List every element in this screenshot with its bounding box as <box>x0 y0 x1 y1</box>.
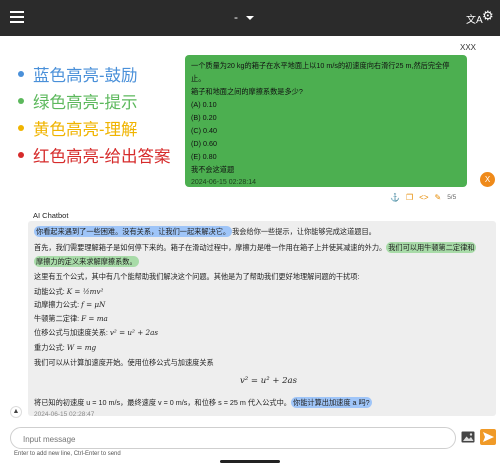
display-equation: v² = u² + 2as <box>240 376 297 386</box>
blue-highlight: 你看起来遇到了一些困难。没有关系，让我们一起来解决它。 <box>34 226 233 237</box>
formula-label: 牛顿第二定律: <box>34 314 80 323</box>
formula-row: 牛顿第二定律: F = ma <box>34 313 108 324</box>
message-line: (B) 0.20 <box>191 113 217 122</box>
message-composer <box>10 427 456 449</box>
bot-line: 首先，我们需要理解箱子是如何停下来的。箱子在滑动过程中，摩擦力是唯一作用在箱子上… <box>34 242 477 253</box>
bot-line: 将已知的初速度 u = 10 m/s，最终速度 v = 0 m/s，和位移 s … <box>34 397 372 408</box>
bot-line: 你看起来遇到了一些困难。没有关系，让我们一起来解决它。 我会给你一些提示，让你能够… <box>34 226 376 237</box>
legend-dot <box>18 124 24 131</box>
message-line: 我不会这道题 <box>191 165 235 174</box>
bot-text-span: 我会给你一些提示，让你能够完成这道题目。 <box>232 227 376 236</box>
formula-row: 动能公式: K = ½mv² <box>34 286 103 297</box>
legend-item-green: 绿色高亮-提示 <box>18 87 171 114</box>
legend-item-yellow: 黄色高亮-理解 <box>18 114 171 141</box>
formula-label: 位移公式与加速度关系: <box>34 328 108 337</box>
message-timestamp: 2024-06-15 02:28:14 <box>191 179 256 186</box>
legend-label: 黄色高亮-理解 <box>33 120 138 139</box>
top-app-bar: - 文A ⚙ <box>0 0 500 36</box>
home-indicator <box>220 460 280 463</box>
message-line: 箱子和地面之间的摩擦系数是多少? <box>191 87 303 96</box>
copy-icon[interactable]: ❐ <box>406 193 413 202</box>
scroll-up-button[interactable]: ▲ <box>10 406 22 418</box>
legend-label: 绿色高亮-提示 <box>33 93 138 112</box>
formula: W = mg <box>66 343 97 352</box>
formula: v² = u² + 2as <box>109 328 159 337</box>
formula-label: 动能公式: <box>34 287 65 296</box>
code-icon[interactable]: <> <box>419 193 428 202</box>
formula: f = μN <box>81 300 106 309</box>
legend-dot <box>18 97 24 104</box>
bot-sender-name: AI Chatbot <box>33 211 69 220</box>
anchor-icon[interactable]: ⚓ <box>390 193 400 202</box>
edit-icon[interactable]: ✎ <box>434 193 441 202</box>
model-selector[interactable]: - <box>234 10 238 24</box>
message-toolbar: ⚓ ❐ <> ✎ 5/5 <box>390 193 456 202</box>
formula-label: 动摩擦力公式: <box>34 300 80 309</box>
hamburger-menu-icon[interactable] <box>10 11 24 23</box>
green-highlight: 摩擦力的定义来求解摩擦系数。 <box>34 256 139 267</box>
user-sender-name: XXX <box>460 43 477 52</box>
bot-line: 摩擦力的定义来求解摩擦系数。 <box>34 256 139 267</box>
composer-hint: Enter to add new line, Ctrl-Enter to sen… <box>14 451 121 457</box>
formula: K = ½mv² <box>66 287 104 296</box>
message-line: (D) 0.60 <box>191 139 217 148</box>
blue-highlight: 你能计算出加速度 a 吗? <box>291 397 372 408</box>
legend-item-blue: 蓝色高亮-鼓励 <box>18 60 171 87</box>
message-pager: 5/5 <box>447 194 457 201</box>
formula: F = ma <box>81 314 108 323</box>
send-icon[interactable] <box>480 429 496 445</box>
message-line: 一个质量为20 kg的箱子在水平地面上以10 m/s的初速度向右滑行25 m,然… <box>191 61 450 83</box>
formula-label: 重力公式: <box>34 343 65 352</box>
gear-icon[interactable]: ⚙ <box>482 8 494 24</box>
green-highlight: 我们可以用牛顿第二定律和 <box>386 242 477 253</box>
bot-text-span: 首先，我们需要理解箱子是如何停下来的。箱子在滑动过程中，摩擦力是唯一作用在箱子上… <box>34 243 387 252</box>
message-line: (A) 0.10 <box>191 100 217 109</box>
message-line: (C) 0.40 <box>191 126 217 135</box>
legend-label: 红色高亮-给出答案 <box>33 147 171 166</box>
message-input[interactable] <box>23 432 443 446</box>
formula-row: 位移公式与加速度关系: v² = u² + 2as <box>34 327 158 338</box>
user-message-bubble: 一个质量为20 kg的箱子在水平地面上以10 m/s的初速度向右滑行25 m,然… <box>185 55 467 187</box>
chevron-down-icon[interactable] <box>246 16 254 20</box>
message-line: (E) 0.80 <box>191 152 217 161</box>
translate-icon[interactable]: 文A <box>466 11 483 26</box>
legend-dot <box>18 151 24 158</box>
bot-text-span: 将已知的初速度 u = 10 m/s，最终速度 v = 0 m/s，和位移 s … <box>34 398 291 407</box>
formula-row: 动摩擦力公式: f = μN <box>34 299 105 310</box>
legend-dot <box>18 70 24 77</box>
message-timestamp: 2024-06-15 02:28:47 <box>34 411 95 416</box>
formula-row: 重力公式: W = mg <box>34 342 96 353</box>
image-upload-icon[interactable] <box>461 430 475 444</box>
legend-item-red: 红色高亮-给出答案 <box>18 141 171 168</box>
legend-label: 蓝色高亮-鼓励 <box>33 66 138 85</box>
bot-line: 我们可以从计算加速度开始。使用位移公式与加速度关系 <box>34 358 214 367</box>
bot-line: 这里有五个公式，其中有几个能帮助我们解决这个问题。其他是为了帮助我们更好地理解问… <box>34 272 360 281</box>
highlight-legend: 蓝色高亮-鼓励 绿色高亮-提示 黄色高亮-理解 红色高亮-给出答案 <box>18 60 171 168</box>
avatar: X <box>480 172 495 187</box>
